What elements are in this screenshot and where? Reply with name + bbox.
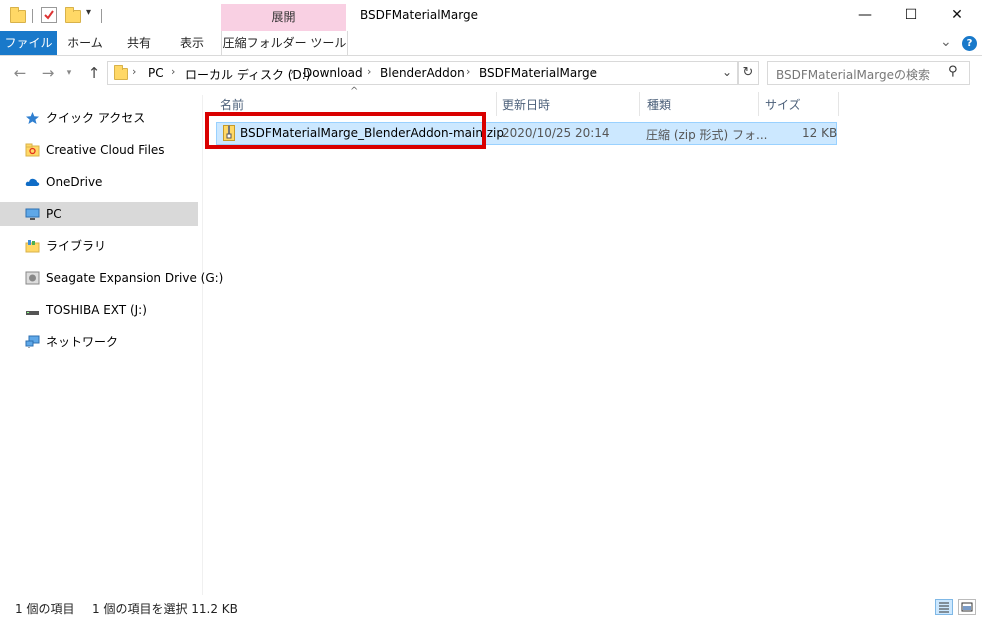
column-header-type[interactable]: 種類: [647, 94, 671, 116]
customize-toolbar-chevron-icon[interactable]: ▾: [86, 7, 91, 18]
breadcrumb-current-folder[interactable]: BSDFMaterialMarge: [479, 66, 597, 80]
column-header-date[interactable]: 更新日時: [502, 94, 550, 116]
nav-item-seagate-drive[interactable]: Seagate Expansion Drive (G:): [0, 266, 223, 290]
collapse-ribbon-chevron-icon[interactable]: ⌄: [940, 34, 952, 50]
column-divider[interactable]: [639, 92, 640, 116]
tab-compressed-folder-tools[interactable]: 圧縮フォルダー ツール: [221, 31, 348, 55]
column-divider[interactable]: [496, 92, 497, 116]
search-placeholder: BSDFMaterialMargeの検索: [776, 68, 930, 82]
nav-item-library[interactable]: ライブラリ: [0, 234, 198, 258]
breadcrumb-separator: ›: [591, 65, 596, 78]
breadcrumb-separator: ›: [290, 65, 295, 78]
creative-cloud-folder-icon: [25, 143, 40, 157]
nav-item-network[interactable]: ネットワーク: [0, 330, 198, 354]
folder-icon: [114, 65, 128, 80]
nav-item-label: クイック アクセス: [46, 111, 146, 125]
file-type: 圧縮 (zip 形式) フォ...: [646, 128, 768, 142]
window-title: BSDFMaterialMarge: [360, 8, 478, 22]
help-icon[interactable]: ?: [962, 36, 977, 51]
nav-item-label: Seagate Expansion Drive (G:): [46, 271, 224, 285]
tab-share[interactable]: 共有: [116, 31, 162, 55]
nav-item-label: ネットワーク: [46, 335, 119, 349]
status-item-count: 1 個の項目: [15, 602, 75, 616]
folder-icon[interactable]: [10, 7, 26, 23]
usb-drive-icon: [26, 311, 39, 315]
nav-item-label: ライブラリ: [46, 239, 107, 253]
status-selection: 1 個の項目を選択 11.2 KB: [92, 602, 238, 616]
breadcrumb-blenderaddon[interactable]: BlenderAddon: [380, 66, 465, 80]
nav-item-label: OneDrive: [46, 175, 103, 189]
ribbon-tabs: ファイル ホーム 共有 表示 圧縮フォルダー ツール ⌄ ?: [0, 31, 982, 56]
title-bar: ▾ 展開 BSDFMaterialMarge — ☐ ✕: [0, 0, 982, 31]
library-icon: [25, 240, 40, 253]
new-folder-icon[interactable]: [65, 7, 81, 23]
file-date: 2020/10/25 20:14: [502, 126, 610, 140]
column-divider[interactable]: [838, 92, 839, 116]
tab-home[interactable]: ホーム: [62, 31, 108, 55]
navigation-pane: クイック アクセス Creative Cloud Files OneDrive …: [0, 95, 223, 595]
details-view-icon[interactable]: [935, 599, 953, 615]
search-icon: ⚲: [948, 64, 958, 79]
back-arrow-icon[interactable]: ←: [9, 64, 31, 82]
context-tab-header: 展開: [221, 4, 346, 31]
forward-arrow-icon[interactable]: →: [37, 64, 59, 82]
nav-item-toshiba-drive[interactable]: TOSHIBA EXT (J:): [0, 298, 198, 322]
nav-item-onedrive[interactable]: OneDrive: [0, 170, 198, 194]
breadcrumb-pc[interactable]: PC: [148, 66, 164, 80]
up-arrow-icon[interactable]: ↑: [83, 64, 105, 82]
nav-item-creative-cloud[interactable]: Creative Cloud Files: [0, 138, 198, 162]
address-bar[interactable]: › PC › ローカル ディスク (D:) › Download › Blend…: [107, 61, 739, 85]
breadcrumb-separator: ›: [132, 65, 137, 78]
divider: [101, 9, 102, 23]
column-divider[interactable]: [758, 92, 759, 116]
tab-view[interactable]: 表示: [169, 31, 215, 55]
address-history-chevron-icon[interactable]: ⌄: [722, 65, 732, 79]
nav-item-label: PC: [46, 207, 62, 221]
breadcrumb-download[interactable]: Download: [303, 66, 363, 80]
computer-icon: [25, 208, 40, 220]
nav-item-label: TOSHIBA EXT (J:): [46, 303, 147, 317]
red-highlight-annotation: [205, 112, 486, 149]
recent-locations-chevron-icon[interactable]: ▾: [62, 68, 76, 78]
nav-item-quick-access[interactable]: クイック アクセス: [0, 106, 198, 130]
refresh-icon[interactable]: ↻: [737, 61, 759, 85]
nav-item-pc[interactable]: PC: [0, 202, 198, 226]
tab-file[interactable]: ファイル: [0, 31, 57, 55]
breadcrumb-separator: ›: [171, 65, 176, 78]
properties-checkmark-icon[interactable]: [41, 7, 57, 23]
sort-ascending-chevron-icon: ^: [350, 86, 359, 97]
breadcrumb-separator: ›: [466, 65, 471, 78]
star-icon: [26, 112, 39, 124]
minimize-button[interactable]: —: [842, 0, 888, 31]
file-size: 12 KB: [802, 126, 838, 140]
divider: [32, 9, 33, 23]
cloud-icon: [25, 178, 40, 186]
drive-icon: [25, 271, 40, 285]
breadcrumb-separator: ›: [367, 65, 372, 78]
network-icon: [25, 335, 40, 348]
close-button[interactable]: ✕: [934, 0, 980, 31]
nav-item-label: Creative Cloud Files: [46, 143, 165, 157]
large-icons-view-icon[interactable]: [958, 599, 976, 615]
search-input[interactable]: BSDFMaterialMargeの検索 ⚲: [767, 61, 970, 85]
maximize-button[interactable]: ☐: [888, 0, 934, 31]
column-header-size[interactable]: サイズ: [765, 94, 801, 116]
